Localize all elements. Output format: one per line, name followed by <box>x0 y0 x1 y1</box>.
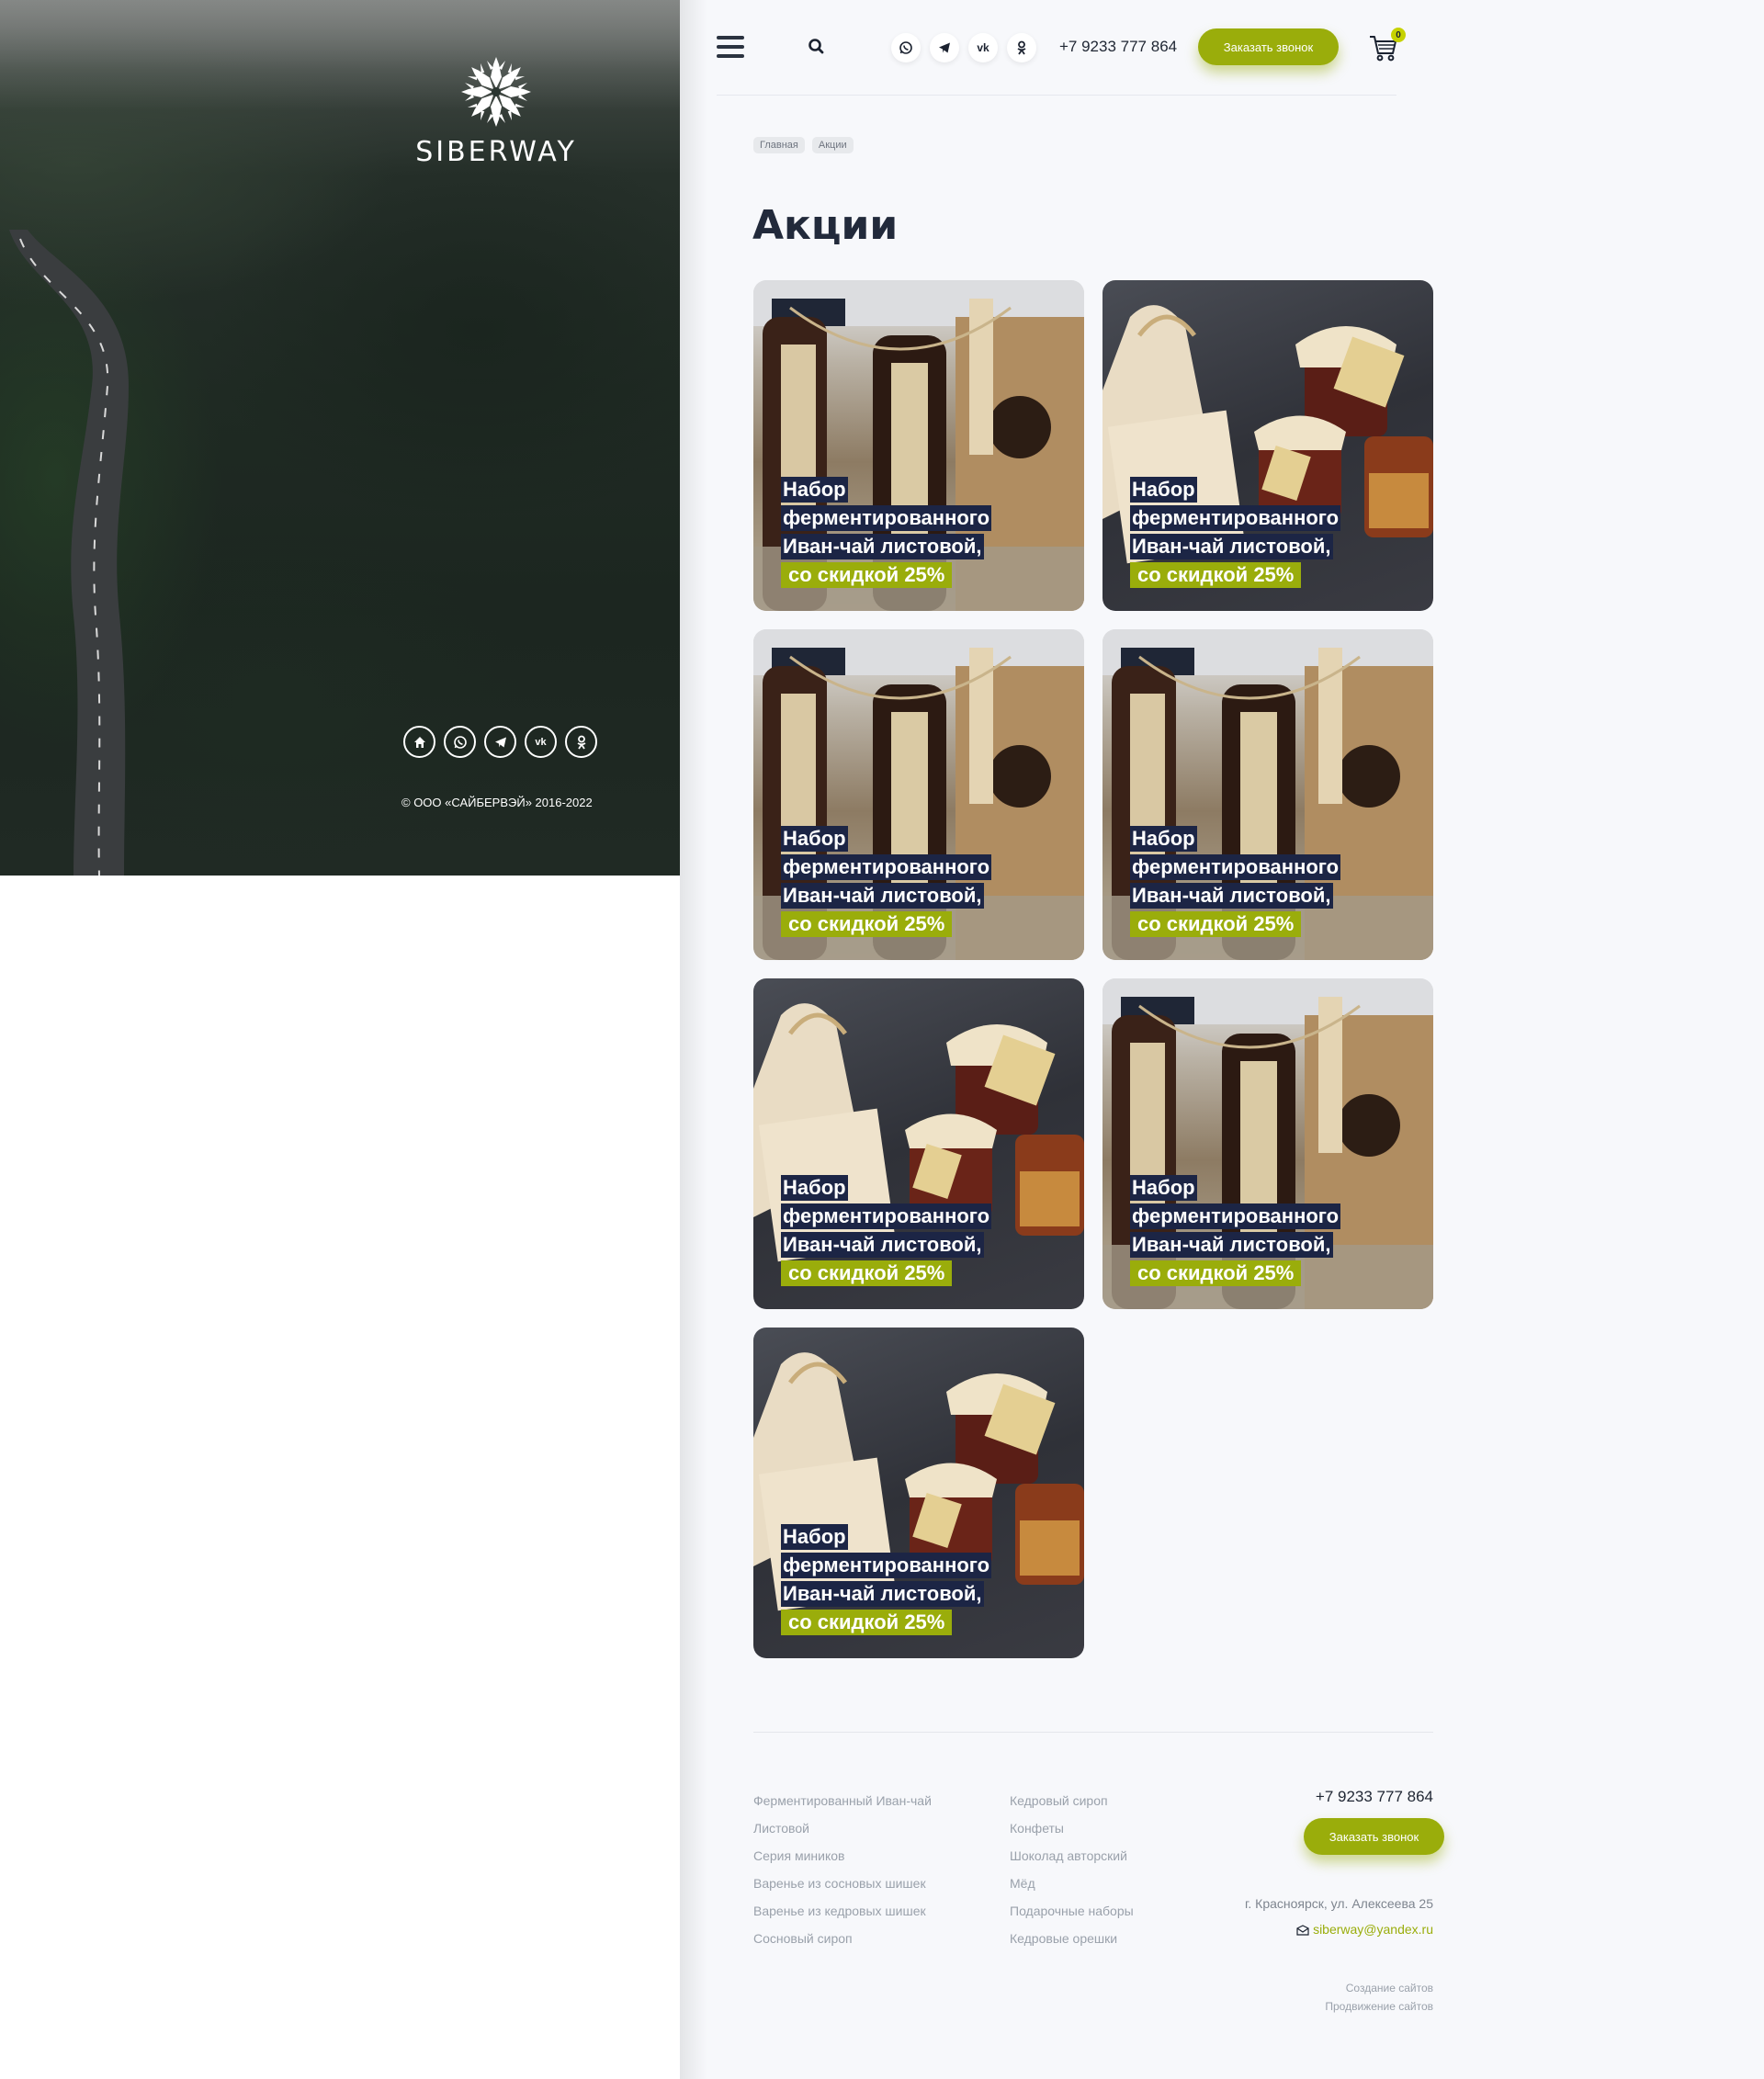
copyright-text: © ООО «САЙБЕРВЭЙ» 2016-2022 <box>401 796 593 809</box>
promo-line-1: Набор <box>781 1524 848 1550</box>
footer-link[interactable]: Серия миников <box>753 1842 932 1870</box>
breadcrumb: Главная Акции <box>753 137 854 153</box>
odnoklassniki-icon[interactable] <box>565 726 597 758</box>
footer-link[interactable]: Ферментированный Иван-чай <box>753 1787 932 1814</box>
promo-line-2: ферментированного <box>781 1553 992 1578</box>
promo-card[interactable]: Набор ферментированного Иван-чай листово… <box>753 629 1084 960</box>
order-call-button[interactable]: Заказать звонок <box>1198 28 1339 65</box>
footer-order-call-button[interactable]: Заказать звонок <box>1304 1818 1444 1855</box>
promo-caption: Набор ферментированного Иван-чай листово… <box>781 1175 992 1289</box>
promo-line-3: Иван-чай листовой, <box>1130 883 1333 909</box>
snowflake-logo-icon <box>461 57 531 127</box>
footer-address: г. Красноярск, ул. Алексеева 25 <box>1244 1896 1433 1911</box>
home-icon[interactable] <box>403 726 435 758</box>
brand-name: SIBERWAY <box>415 136 577 168</box>
promo-line-2: ферментированного <box>1130 505 1341 531</box>
telegram-icon[interactable] <box>930 33 959 62</box>
promo-line-1: Набор <box>1130 1175 1197 1201</box>
promo-line-2: ферментированного <box>781 854 992 880</box>
page-title: Акции <box>752 202 899 249</box>
hero-panel: SIBERWAY vk © ООО «САЙБЕРВЭЙ» 2016-2022 <box>0 0 680 876</box>
promo-line-2: ферментированного <box>781 505 992 531</box>
dev-link[interactable]: Продвижение сайтов <box>1194 1997 1433 2016</box>
promo-line-3: Иван-чай листовой, <box>781 883 984 909</box>
promo-caption: Набор ферментированного Иван-чай листово… <box>1130 1175 1341 1289</box>
footer-email[interactable]: siberway@yandex.ru <box>1313 1922 1433 1937</box>
brand-logo[interactable]: SIBERWAY <box>404 53 588 168</box>
promo-line-3: Иван-чай листовой, <box>781 534 984 559</box>
header-divider <box>717 95 1396 96</box>
odnoklassniki-icon[interactable] <box>1007 33 1036 62</box>
promo-line-1: Набор <box>781 826 848 852</box>
menu-burger-icon[interactable] <box>717 36 744 60</box>
breadcrumb-current: Акции <box>811 137 854 153</box>
promo-card[interactable]: Набор ферментированного Иван-чай листово… <box>753 978 1084 1309</box>
panel-shadow <box>680 0 707 2079</box>
promo-grid: Набор ферментированного Иван-чай листово… <box>753 280 1433 1658</box>
header-social-links: vk <box>891 33 1036 62</box>
whatsapp-icon[interactable] <box>891 33 921 62</box>
envelope-icon <box>1296 1925 1309 1936</box>
promo-discount: со скидкой 25% <box>781 562 953 588</box>
footer-link[interactable]: Листовой <box>753 1814 932 1842</box>
footer-link[interactable]: Кедровые орешки <box>1010 1925 1134 1952</box>
footer-dev-links: Создание сайтов Продвижение сайтов <box>1194 1979 1433 2016</box>
site-header: vk +7 9233 777 864 Заказать звонок 0 <box>717 18 1406 94</box>
promo-card[interactable]: Набор ферментированного Иван-чай листово… <box>1102 629 1433 960</box>
promo-discount: со скидкой 25% <box>1130 562 1302 588</box>
vk-icon[interactable]: vk <box>525 726 557 758</box>
footer-link[interactable]: Конфеты <box>1010 1814 1134 1842</box>
footer-divider <box>753 1732 1433 1733</box>
promo-line-3: Иван-чай листовой, <box>1130 534 1333 559</box>
footer-link[interactable]: Сосновый сироп <box>753 1925 932 1952</box>
promo-line-3: Иван-чай листовой, <box>781 1581 984 1607</box>
footer-link[interactable]: Подарочные наборы <box>1010 1897 1134 1925</box>
promo-line-1: Набор <box>781 477 848 503</box>
promo-card[interactable]: Набор ферментированного Иван-чай листово… <box>1102 280 1433 611</box>
promo-line-2: ферментированного <box>1130 854 1341 880</box>
footer-catalog-col-2: Кедровый сироп Конфеты Шоколад авторский… <box>1010 1787 1134 1952</box>
footer-link[interactable]: Мёд <box>1010 1870 1134 1897</box>
dev-link[interactable]: Создание сайтов <box>1194 1979 1433 1997</box>
promo-caption: Набор ферментированного Иван-чай листово… <box>781 477 992 591</box>
promo-discount: со скидкой 25% <box>1130 911 1302 937</box>
promo-caption: Набор ферментированного Иван-чай листово… <box>781 826 992 940</box>
telegram-icon[interactable] <box>484 726 516 758</box>
footer-link[interactable]: Варенье из сосновых шишек <box>753 1870 932 1897</box>
promo-discount: со скидкой 25% <box>781 1260 953 1286</box>
footer-link[interactable]: Варенье из кедровых шишек <box>753 1897 932 1925</box>
promo-discount: со скидкой 25% <box>1130 1260 1302 1286</box>
promo-caption: Набор ферментированного Иван-чай листово… <box>1130 477 1341 591</box>
whatsapp-icon[interactable] <box>444 726 476 758</box>
promo-line-1: Набор <box>781 1175 848 1201</box>
search-icon[interactable] <box>807 37 827 57</box>
promo-discount: со скидкой 25% <box>781 1610 953 1635</box>
cart-count-badge: 0 <box>1391 28 1406 42</box>
vk-icon[interactable]: vk <box>968 33 998 62</box>
promo-card[interactable]: Набор ферментированного Иван-чай листово… <box>753 1328 1084 1658</box>
promo-caption: Набор ферментированного Иван-чай листово… <box>1130 826 1341 940</box>
promo-caption: Набор ферментированного Иван-чай листово… <box>781 1524 992 1638</box>
footer-link[interactable]: Кедровый сироп <box>1010 1787 1134 1814</box>
promo-card[interactable]: Набор ферментированного Иван-чай листово… <box>1102 978 1433 1309</box>
promo-line-2: ферментированного <box>1130 1203 1341 1229</box>
promo-line-2: ферментированного <box>781 1203 992 1229</box>
footer-link[interactable]: Шоколад авторский <box>1010 1842 1134 1870</box>
footer-catalog-col-1: Ферментированный Иван-чай Листовой Серия… <box>753 1787 932 1952</box>
promo-line-3: Иван-чай листовой, <box>1130 1232 1333 1258</box>
hero-social-links: vk <box>403 726 597 758</box>
promo-line-3: Иван-чай листовой, <box>781 1232 984 1258</box>
road-image <box>9 230 129 876</box>
footer-phone[interactable]: +7 9233 777 864 <box>1286 1788 1433 1806</box>
breadcrumb-home[interactable]: Главная <box>753 137 805 153</box>
promo-line-1: Набор <box>1130 826 1197 852</box>
footer-email-row: siberway@yandex.ru <box>1194 1922 1433 1937</box>
promo-discount: со скидкой 25% <box>781 911 953 937</box>
promo-line-1: Набор <box>1130 477 1197 503</box>
promo-card[interactable]: Набор ферментированного Иван-чай листово… <box>753 280 1084 611</box>
header-phone[interactable]: +7 9233 777 864 <box>1059 38 1177 56</box>
